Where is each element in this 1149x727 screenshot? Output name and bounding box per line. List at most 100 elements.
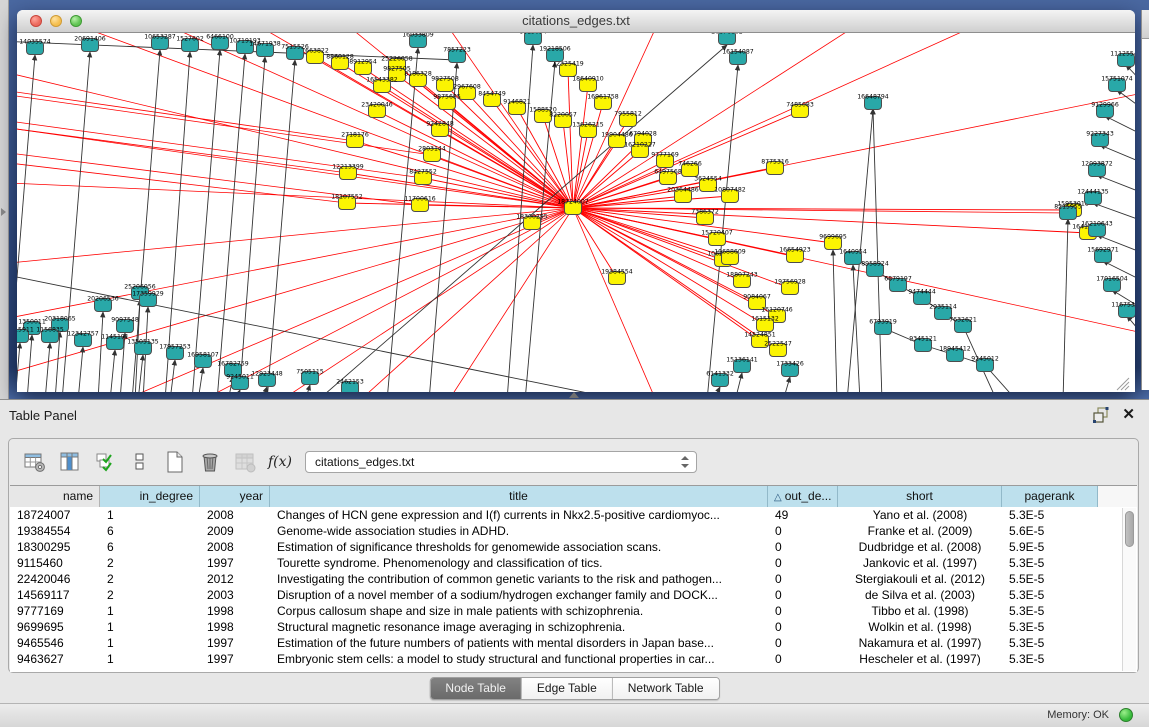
graph-edge[interactable]	[853, 265, 860, 392]
graph-edge[interactable]	[138, 355, 143, 392]
graph-node[interactable]: 11125542	[1110, 51, 1135, 67]
graph-node[interactable]: 13505135	[127, 339, 159, 355]
graph-node[interactable]: 12093872	[1081, 161, 1113, 177]
tab-network-table[interactable]: Network Table	[612, 678, 719, 699]
graph-node[interactable]: 7505115	[296, 369, 324, 385]
graph-node-selected[interactable]: 9875685	[433, 94, 461, 110]
scrollbar-thumb[interactable]	[1125, 511, 1134, 547]
graph-node[interactable]: 16958107	[187, 352, 219, 368]
graph-node[interactable]: 12342757	[67, 331, 99, 347]
graph-edge[interactable]	[573, 208, 1135, 333]
graph-edge[interactable]	[267, 60, 295, 392]
table-row[interactable]: 1830029562008Estimation of significance …	[10, 539, 1137, 555]
graph-edge[interactable]	[1127, 316, 1135, 335]
graph-node[interactable]: 8958924	[861, 261, 889, 277]
graph-node[interactable]: 9245012	[971, 356, 999, 372]
resize-grip-icon[interactable]	[1125, 386, 1129, 390]
graph-node-selected[interactable]: 8775316	[761, 159, 789, 175]
graph-node-selected[interactable]: 13626215	[572, 122, 604, 138]
graph-node-selected[interactable]: 16961758	[587, 94, 619, 110]
control-panel-edge[interactable]	[0, 0, 9, 399]
graph-node-selected[interactable]: 19384554	[601, 269, 633, 285]
table-row[interactable]: 1872400712008Changes of HCN gene express…	[10, 507, 1137, 523]
table-row[interactable]: 946362711997Embryonic stem cells: a mode…	[10, 651, 1137, 667]
graph-node-selected[interactable]: 9242848	[426, 121, 454, 137]
graph-node[interactable]: 11675358	[1111, 302, 1135, 318]
network-window-titlebar[interactable]: citations_edges.txt	[17, 10, 1135, 33]
graph-edge[interactable]	[17, 183, 573, 208]
table-row[interactable]: 969969511998Structural magnetic resonanc…	[10, 619, 1137, 635]
float-panel-icon[interactable]	[1093, 407, 1109, 423]
graph-edge[interactable]	[110, 350, 115, 392]
graph-edge[interactable]	[573, 93, 1135, 208]
graph-edge[interactable]	[17, 208, 573, 263]
graph-edge[interactable]	[573, 208, 1088, 233]
graph-edge[interactable]	[198, 368, 203, 392]
graph-edge[interactable]	[217, 54, 245, 392]
graph-edge[interactable]	[45, 343, 50, 392]
column-header-short[interactable]: short	[838, 486, 1002, 507]
tab-node-table[interactable]: Node Table	[430, 678, 521, 699]
graph-node[interactable]: 16648794	[857, 94, 889, 110]
graph-node[interactable]: 9345121	[909, 336, 937, 352]
table-row[interactable]: 946554611997Estimation of the future num…	[10, 635, 1137, 651]
graph-edge[interactable]	[573, 103, 603, 208]
graph-edge[interactable]	[170, 360, 175, 392]
graph-edge[interactable]	[305, 385, 310, 392]
graph-edge[interactable]	[783, 377, 790, 392]
graph-edge[interactable]	[873, 109, 882, 392]
graph-edge[interactable]	[573, 85, 588, 208]
graph-node[interactable]: 9227343	[1086, 131, 1114, 147]
graph-edge[interactable]	[17, 273, 637, 392]
splitter-collapse-icon[interactable]	[569, 392, 579, 398]
graph-edge[interactable]	[707, 65, 738, 392]
graph-node[interactable]: 1733426	[776, 361, 804, 377]
graph-node-selected[interactable]: 19756928	[774, 279, 806, 295]
graph-node[interactable]: 12923448	[251, 371, 283, 387]
graph-node[interactable]: 20876862	[711, 33, 743, 45]
graph-node-selected[interactable]: 7386372	[691, 209, 719, 225]
graph-node[interactable]: 19218506	[539, 46, 571, 62]
graph-node[interactable]: 15692971	[1087, 247, 1119, 263]
graph-node[interactable]: 8813054	[519, 33, 547, 45]
graph-node[interactable]: 16154087	[722, 49, 754, 65]
table-row[interactable]: 911546021997Tourette syndrome. Phenomeno…	[10, 555, 1137, 571]
table-scrollbar[interactable]	[1122, 508, 1136, 671]
new-table-icon[interactable]	[163, 450, 187, 474]
graph-node[interactable]: 7857223	[443, 47, 471, 63]
graph-node-selected[interactable]: 1615132	[751, 316, 779, 332]
function-builder-icon[interactable]: f(x)	[268, 450, 292, 474]
graph-edge[interactable]	[833, 250, 837, 392]
graph-node[interactable]: 6141332	[706, 371, 734, 387]
graph-edge[interactable]	[192, 50, 220, 392]
column-header-title[interactable]: title	[270, 486, 768, 507]
graph-node[interactable]: 9474444	[908, 289, 936, 305]
graph-node[interactable]: 20206536	[87, 296, 119, 312]
close-panel-icon[interactable]: ✕	[1122, 405, 1135, 423]
table-row[interactable]: 1456911722003Disruption of a novel membe…	[10, 587, 1137, 603]
graph-node-selected[interactable]: 18300295	[516, 214, 548, 230]
panel-expand-arrow-icon[interactable]	[1, 208, 6, 216]
select-rows-icon[interactable]	[93, 450, 117, 474]
graph-edge[interactable]	[17, 208, 573, 373]
graph-node-selected[interactable]: 2522547	[764, 341, 792, 357]
graph-edge[interactable]	[262, 387, 267, 392]
column-header-name[interactable]: name	[10, 486, 100, 507]
network-canvas[interactable]: 7663822886012889129542522605898275051654…	[17, 33, 1135, 392]
graph-edge[interactable]	[573, 33, 657, 208]
graph-node[interactable]: 7632621	[949, 317, 977, 333]
graph-node-selected[interactable]: 18807243	[726, 272, 758, 288]
graph-edge[interactable]	[17, 91, 355, 141]
graph-edge[interactable]	[197, 208, 573, 392]
column-header-in-degree[interactable]: in_degree	[100, 486, 200, 507]
tab-edge-table[interactable]: Edge Table	[521, 678, 612, 699]
graph-edge[interactable]	[420, 205, 573, 208]
show-columns-icon[interactable]	[58, 450, 82, 474]
graph-node-selected[interactable]: 6497568	[654, 169, 682, 185]
delete-table-icon[interactable]	[198, 450, 222, 474]
graph-edge[interactable]	[735, 373, 742, 392]
graph-edge[interactable]	[98, 312, 103, 392]
graph-edge[interactable]	[1117, 90, 1135, 109]
column-header-pagerank[interactable]: pagerank	[1002, 486, 1098, 507]
graph-edge[interactable]	[573, 208, 617, 278]
